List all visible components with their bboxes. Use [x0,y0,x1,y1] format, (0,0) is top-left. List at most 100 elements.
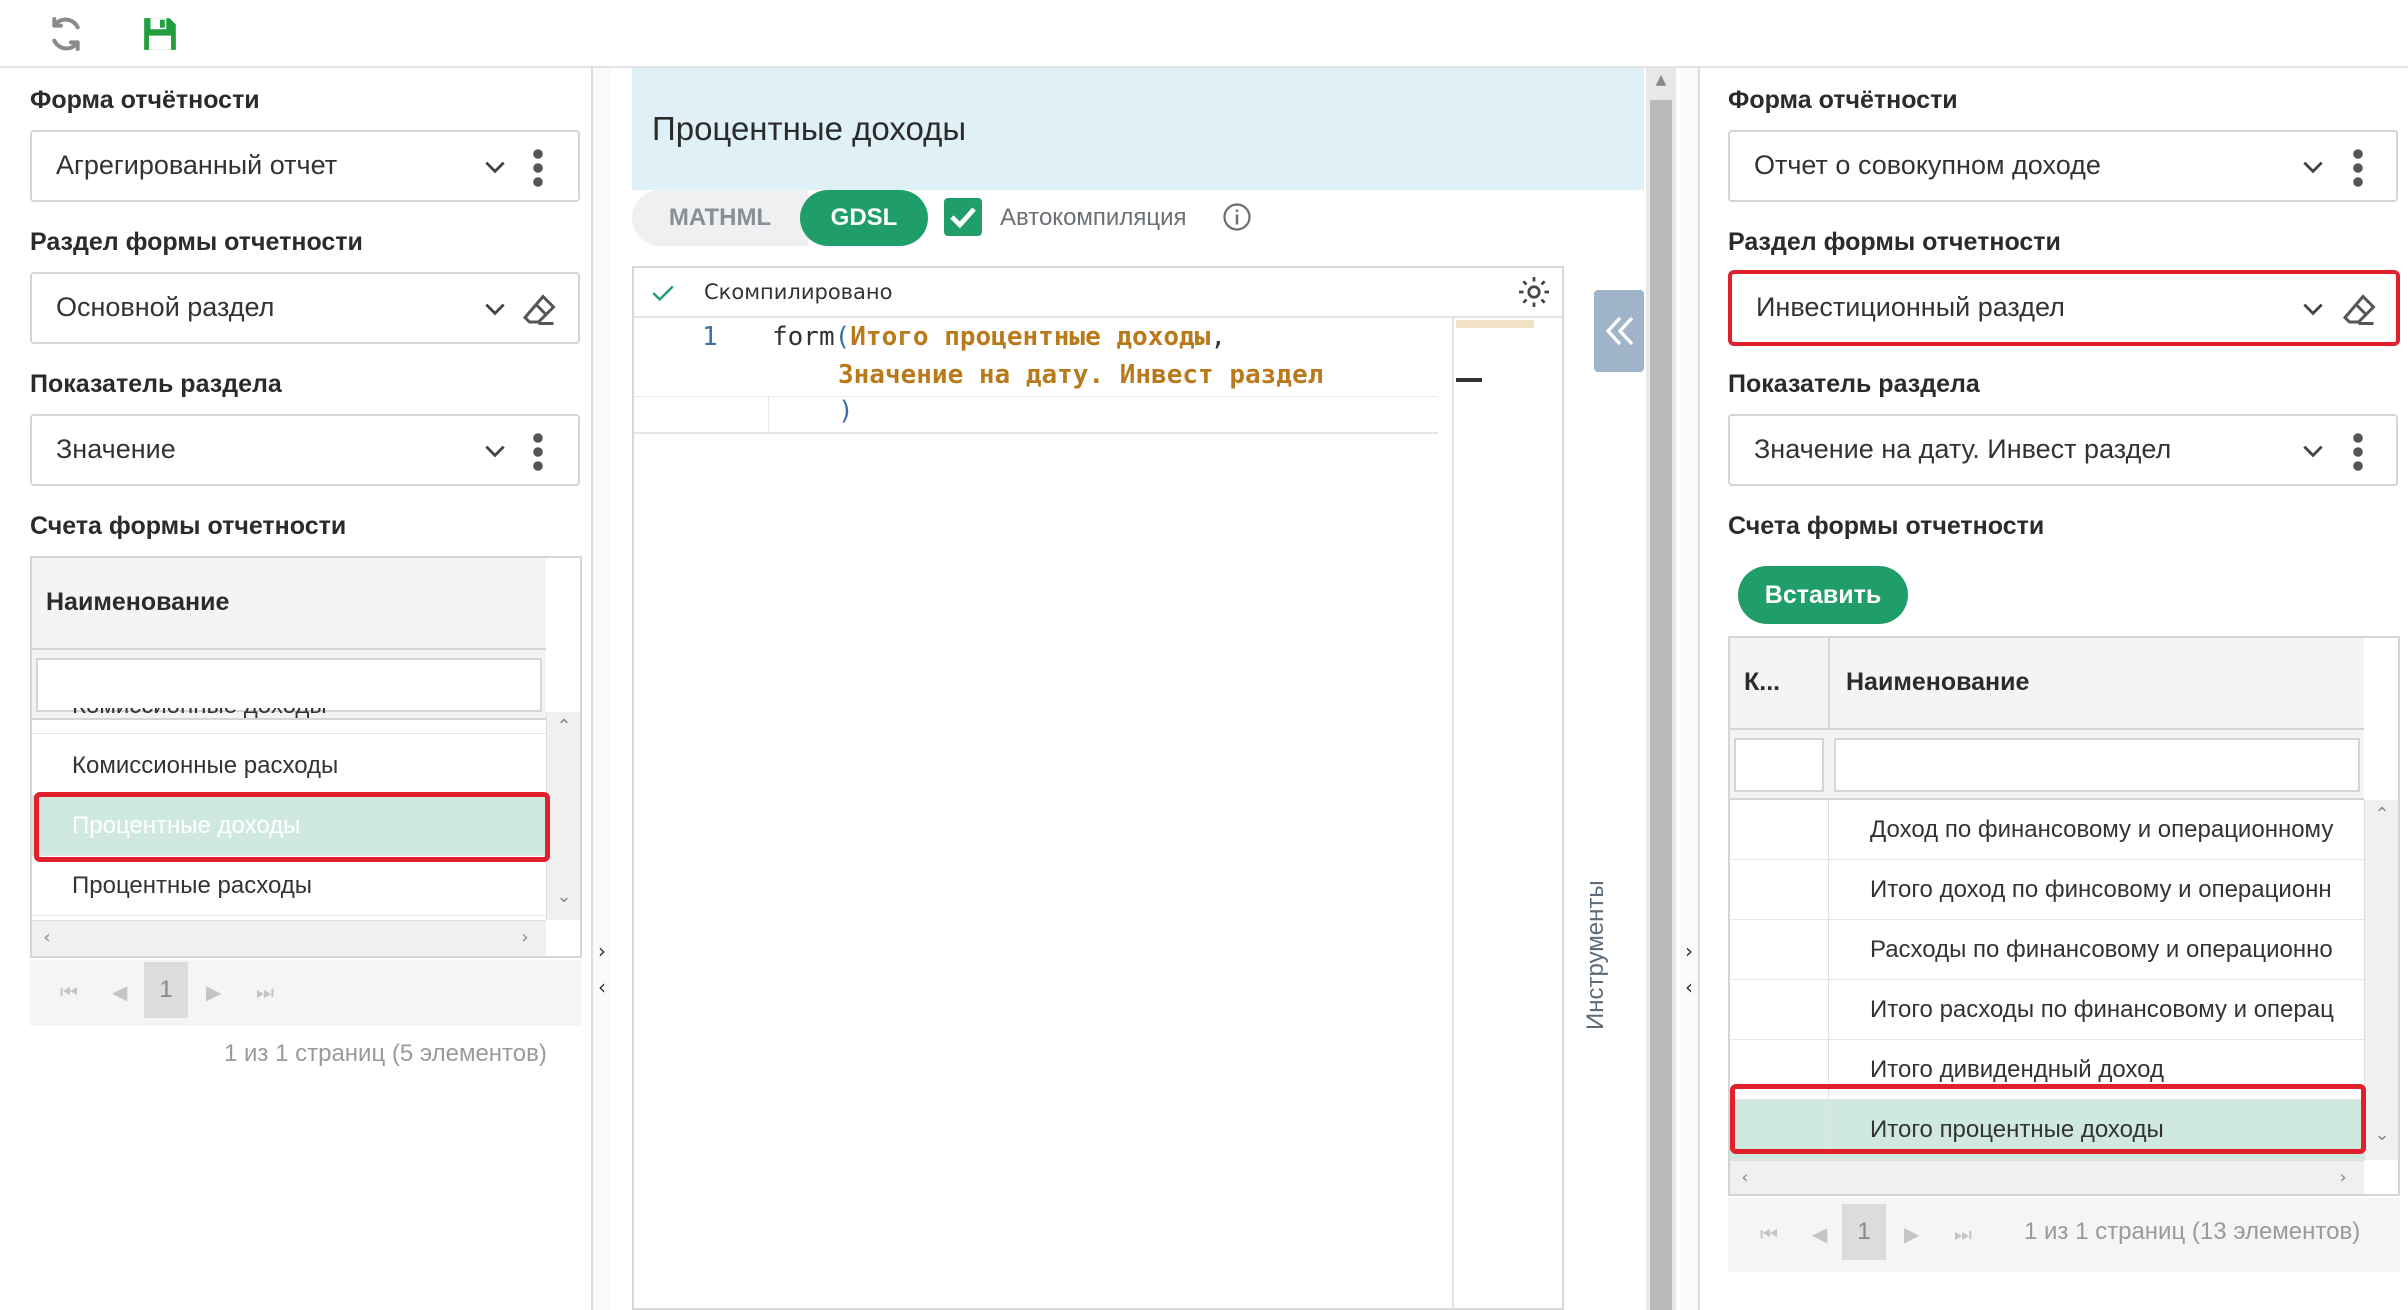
scroll-left-icon[interactable]: ‹ [32,927,62,948]
column-header-code[interactable]: К... [1744,668,1780,697]
horizontal-scrollbar[interactable]: ‹ › [1730,1160,2364,1194]
left-page-info: 1 из 1 страниц (5 элементов) [224,1040,547,1067]
more-vertical-icon[interactable] [2352,148,2364,188]
left-form-value: Агрегированный отчет [56,150,338,180]
chevron-left-icon[interactable]: ‹ [595,977,609,997]
table-row-selected[interactable]: Процентные доходы [32,796,546,856]
column-header-name[interactable]: Наименование [1846,668,2029,697]
save-button[interactable] [136,12,184,56]
table-row[interactable]: Доход по финансовому и операционному [1730,800,2364,860]
horizontal-scrollbar[interactable]: ‹ › [32,920,546,956]
right-splitter[interactable]: › ‹ [1680,68,1698,1310]
scroll-down-icon[interactable]: ⌄ [2367,1124,2397,1145]
current-page[interactable]: 1 [144,962,188,1018]
left-section-value: Основной раздел [56,292,275,322]
last-page-icon[interactable]: ⏭ [1954,1222,1972,1246]
filter-row [1730,730,2364,800]
chevron-down-icon [2303,303,2323,316]
chevron-down-icon [485,445,505,458]
eraser-icon[interactable] [2342,292,2378,328]
column-divider [1828,800,1829,1160]
tab-mathml[interactable]: MATHML [632,190,808,246]
code-editor[interactable]: Скомпилировано 1 form(Итого процентные д… [632,266,1564,1310]
left-form-select[interactable]: Агрегированный отчет [30,130,580,202]
tools-label[interactable]: Инструменты [1582,880,1610,1030]
vertical-scrollbar[interactable]: ⌃ ⌄ [2364,800,2398,1160]
first-page-icon[interactable]: ⏮ [1760,1222,1778,1246]
grid-header: К... Наименование [1730,638,2364,730]
check-icon [652,285,674,302]
left-indicator-value: Значение [56,434,176,464]
left-splitter[interactable]: › ‹ [593,68,611,1310]
more-vertical-icon[interactable] [532,148,544,188]
right-indicator-select[interactable]: Значение на дату. Инвест раздел [1728,414,2398,486]
editor-tabs: MATHML GDSL Автокомпиляция [632,190,1332,248]
scroll-right-icon[interactable]: › [510,927,540,948]
right-form-value: Отчет о совокупном доходе [1754,150,2101,180]
scroll-left-icon[interactable]: ‹ [1730,1167,1760,1188]
right-section-select[interactable]: Инвестиционный раздел [1728,270,2400,346]
table-row[interactable]: Комиссионные доходы [32,708,546,734]
save-icon [144,18,176,50]
column-header-name[interactable]: Наименование [46,588,229,617]
name-filter-input[interactable] [36,658,542,712]
active-line [634,396,1438,434]
more-vertical-icon[interactable] [532,432,544,472]
code-line-1: form(Итого процентные доходы, [772,322,1226,352]
page-title: Процентные доходы [652,110,967,147]
tab-gdsl[interactable]: GDSL [800,190,928,246]
name-filter-input[interactable] [1834,738,2360,792]
scroll-down-icon[interactable]: ⌄ [549,886,579,907]
prev-page-icon[interactable]: ◀ [1812,1222,1827,1246]
minimap-preview [1456,320,1534,328]
editor-minimap[interactable] [1452,318,1562,1310]
autocompile-label: Автокомпиляция [1000,204,1187,231]
table-row[interactable]: Итого доход по финсовому и операционн [1730,860,2364,920]
table-row[interactable]: Комиссионные расходы [32,736,546,796]
scroll-right-icon[interactable]: › [2328,1167,2358,1188]
next-page-icon[interactable]: ▶ [1904,1222,1919,1246]
chevron-down-icon [2303,445,2323,458]
refresh-button[interactable] [42,12,90,56]
info-icon[interactable] [1222,202,1252,232]
checkmark-icon [950,207,976,229]
center-scrollbar[interactable]: ▲ [1646,68,1676,1310]
table-row[interactable]: Расходы по финансовому и операционно [1730,920,2364,980]
insert-button[interactable]: Вставить [1738,566,1908,624]
more-vertical-icon[interactable] [2352,432,2364,472]
scroll-up-icon[interactable]: ⌃ [549,716,579,737]
right-pager: ⏮ ◀ 1 ▶ ⏭ 1 из 1 страниц (13 элементов) [1728,1198,2400,1272]
editor-status-bar: Скомпилировано [634,268,1562,318]
double-chevron-left-icon [1605,316,1634,346]
chevron-left-icon[interactable]: ‹ [1682,977,1696,997]
right-form-select[interactable]: Отчет о совокупном доходе [1728,130,2398,202]
left-accounts-grid: Наименование Комиссионные доходы Комисси… [30,556,582,958]
first-page-icon[interactable]: ⏮ [60,980,78,1004]
left-section-select[interactable]: Основной раздел [30,272,580,344]
gear-icon[interactable] [1516,274,1552,310]
autocompile-checkbox[interactable] [944,198,982,236]
last-page-icon[interactable]: ⏭ [256,980,274,1004]
code-filter-input[interactable] [1734,738,1824,792]
eraser-icon[interactable] [522,292,558,328]
table-row[interactable]: Процентные расходы [32,856,546,916]
table-row[interactable]: Итого дивидендный доход [1730,1040,2364,1100]
chevron-right-icon[interactable]: › [1682,941,1696,961]
vertical-scrollbar[interactable]: ⌃ ⌄ [546,712,580,920]
right-section-value: Инвестиционный раздел [1756,292,2065,322]
chevron-right-icon[interactable]: › [595,941,609,961]
chevron-down-icon [485,161,505,174]
grid-header: Наименование [32,558,546,650]
scroll-up-icon[interactable]: ⌃ [2367,804,2397,825]
current-page[interactable]: 1 [1842,1204,1886,1260]
right-accounts-grid: К... Наименование Доход по финансовому и… [1728,636,2400,1196]
table-row-selected[interactable]: Итого процентные доходы [1730,1100,2364,1160]
minimap-marker [1456,378,1482,382]
scroll-up-icon[interactable]: ▲ [1646,72,1676,88]
table-row[interactable]: Итого расходы по финансовому и операц [1730,980,2364,1040]
left-indicator-select[interactable]: Значение [30,414,580,486]
next-page-icon[interactable]: ▶ [206,980,221,1004]
collapse-tools-button[interactable] [1594,290,1644,372]
scroll-thumb[interactable] [1650,100,1672,1310]
prev-page-icon[interactable]: ◀ [112,980,127,1004]
